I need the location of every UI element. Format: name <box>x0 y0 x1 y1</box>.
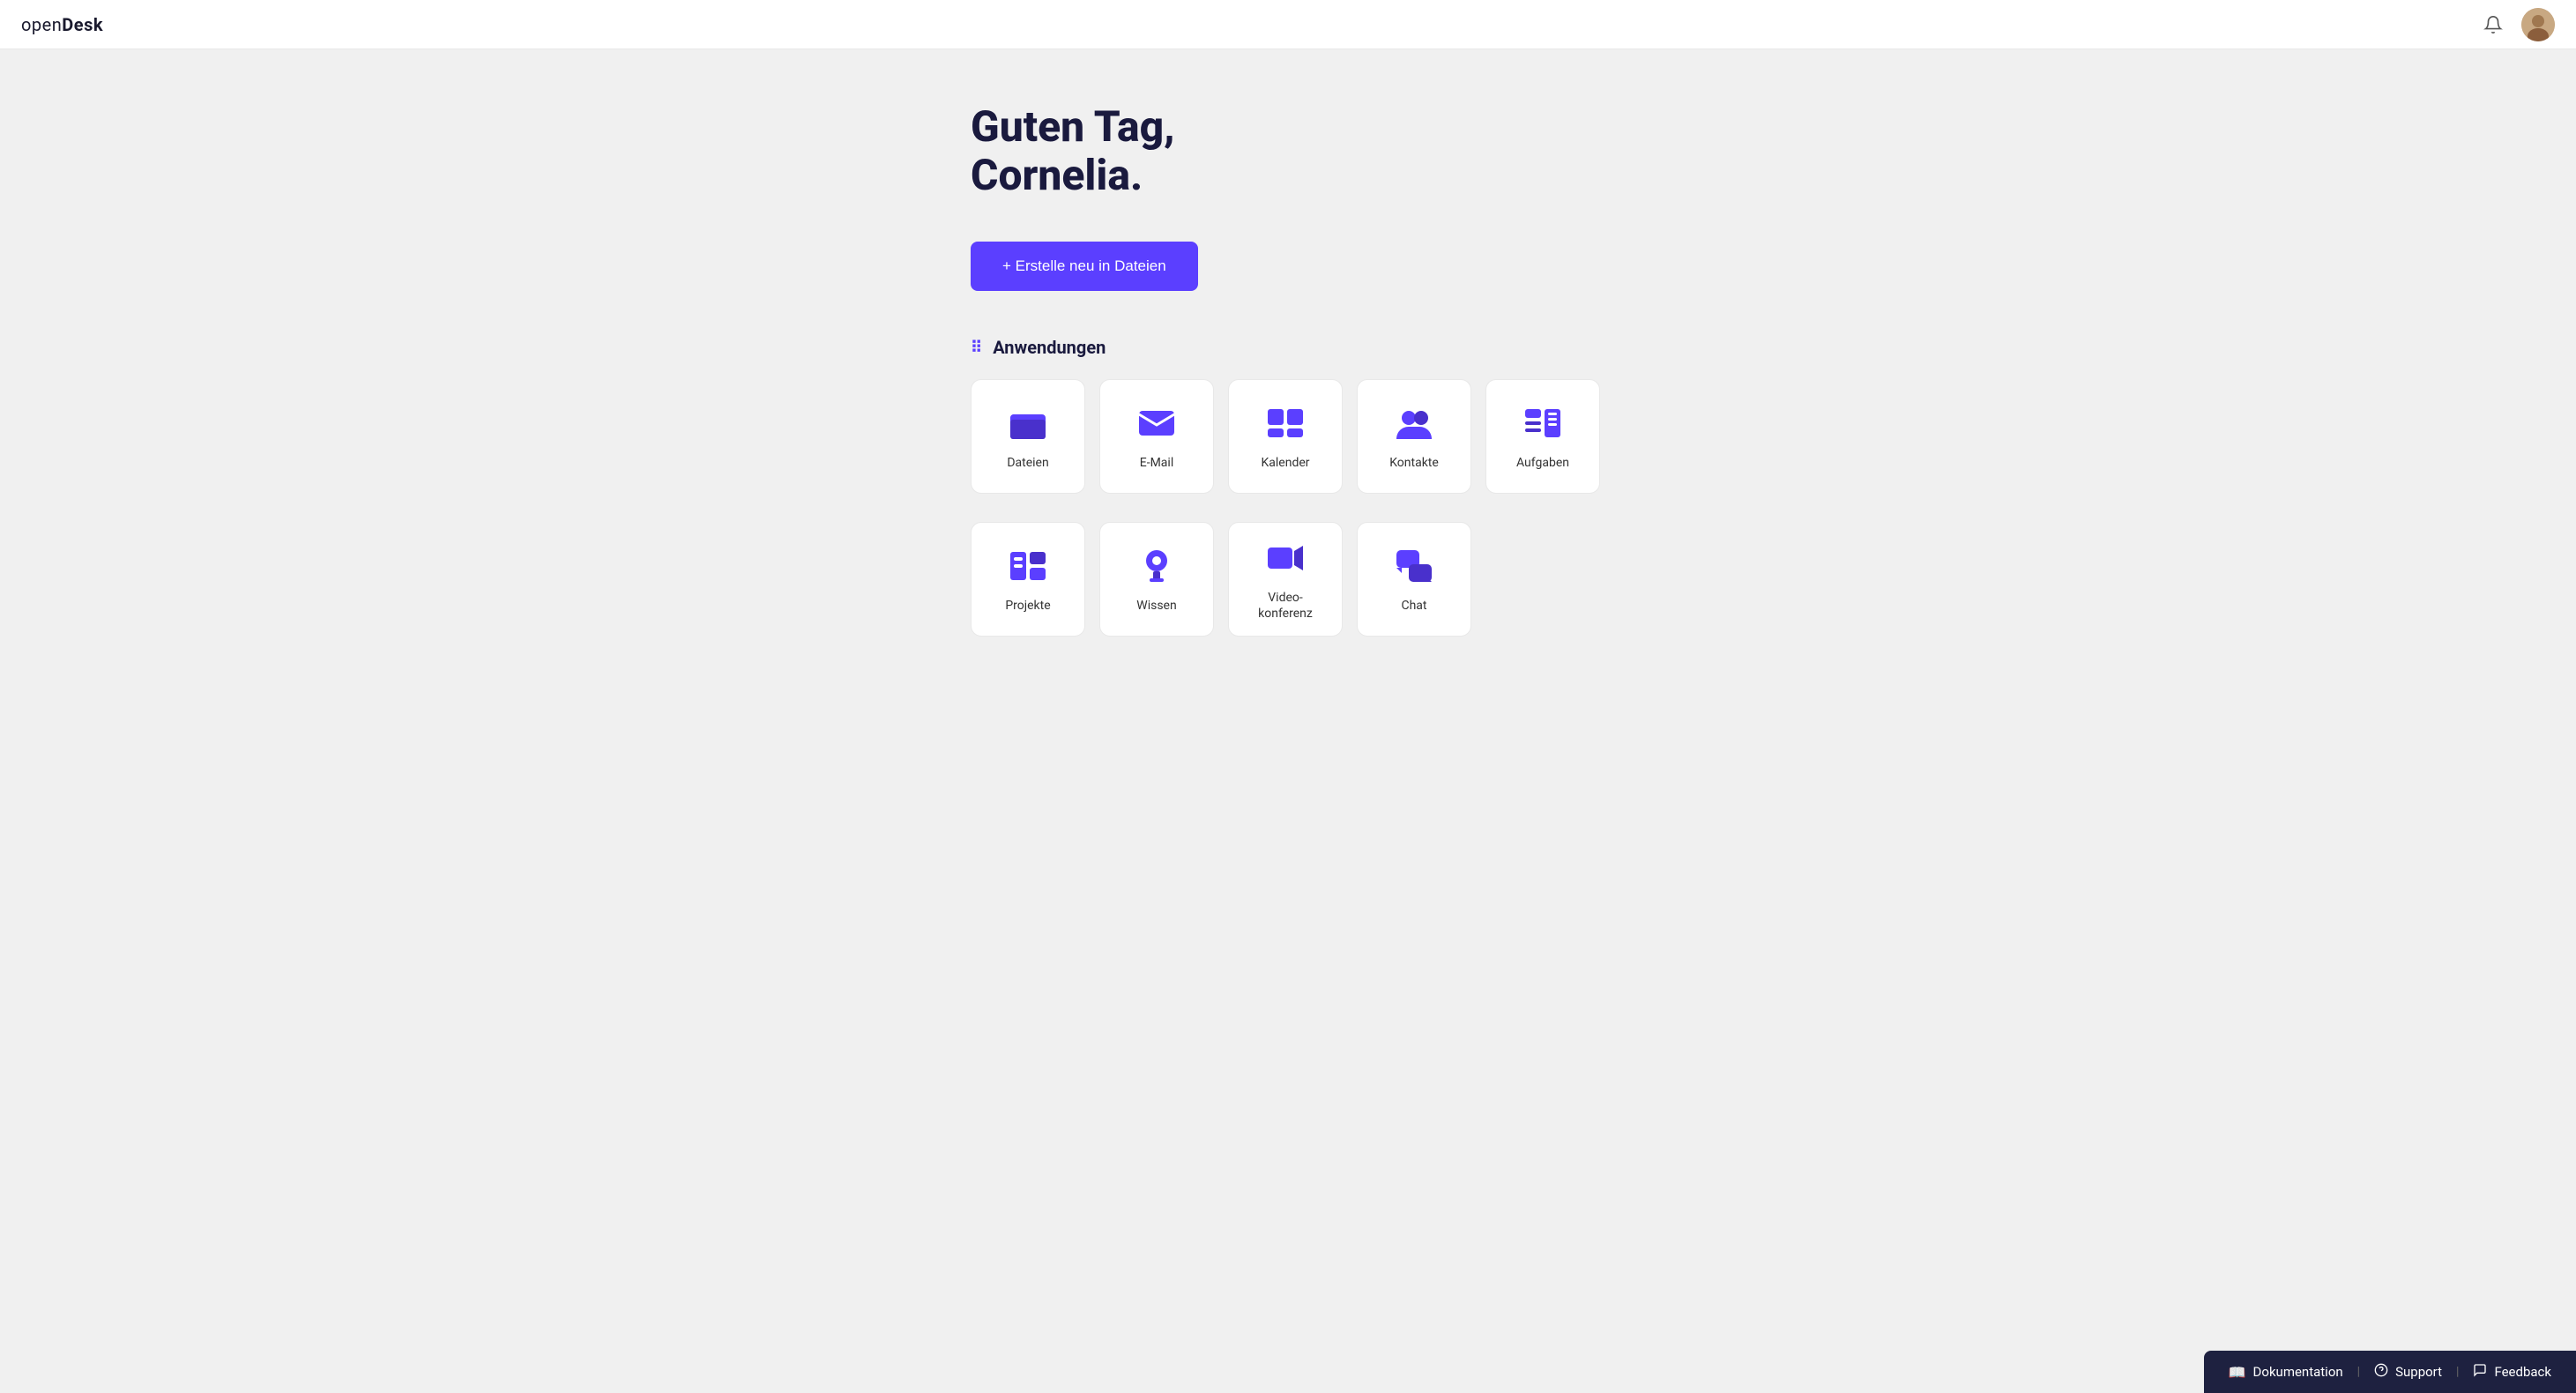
app-label-kalender: Kalender <box>1261 455 1309 471</box>
header-right <box>2479 8 2555 41</box>
footer-divider-2: | <box>2456 1365 2459 1379</box>
app-label-aufgaben: Aufgaben <box>1516 455 1569 471</box>
greeting-line2: Cornelia. <box>971 150 1143 200</box>
feedback-label: Feedback <box>2494 1364 2551 1380</box>
support-label: Support <box>2395 1364 2442 1380</box>
header: openDesk <box>0 0 2576 49</box>
app-grid-row1: Dateien E-Mail <box>971 379 1605 508</box>
app-card-kontakte[interactable]: Kontakte <box>1357 379 1471 494</box>
dokumentation-link[interactable]: 📖 Dokumentation <box>2229 1364 2343 1381</box>
feedback-icon <box>2473 1363 2487 1381</box>
footer-bar: 📖 Dokumentation | Support | Feedback <box>2204 1351 2576 1393</box>
video-icon <box>1264 537 1307 579</box>
app-card-chat[interactable]: Chat <box>1357 522 1471 637</box>
create-new-button[interactable]: + Erstelle neu in Dateien <box>971 242 1198 291</box>
app-label-wissen: Wissen <box>1136 598 1176 614</box>
app-label-chat: Chat <box>1401 598 1426 614</box>
content-area: Guten Tag, Cornelia. + Erstelle neu in D… <box>935 49 1641 725</box>
greeting-line1: Guten Tag, <box>971 101 1175 152</box>
knowledge-icon <box>1135 545 1178 587</box>
app-card-projekte[interactable]: Projekte <box>971 522 1085 637</box>
feedback-link[interactable]: Feedback <box>2473 1363 2551 1381</box>
notification-icon[interactable] <box>2479 11 2507 39</box>
app-grid-row2: Projekte Wissen <box>971 522 1605 637</box>
logo-desk: Desk <box>62 14 103 35</box>
app-label-kontakte: Kontakte <box>1389 455 1439 471</box>
chat-icon <box>1393 545 1435 587</box>
main-content: Guten Tag, Cornelia. + Erstelle neu in D… <box>0 0 2576 1393</box>
avatar[interactable] <box>2521 8 2555 41</box>
app-label-videokonferenz: Video- konferenz <box>1258 590 1313 622</box>
greeting-heading: Guten Tag, Cornelia. <box>971 102 1605 199</box>
section-label: Anwendungen <box>993 337 1106 358</box>
app-label-email: E-Mail <box>1140 455 1173 471</box>
app-card-aufgaben[interactable]: Aufgaben <box>1485 379 1600 494</box>
projects-icon <box>1007 545 1049 587</box>
book-icon: 📖 <box>2229 1364 2246 1381</box>
grid-dots-icon: ⠿ <box>971 339 984 357</box>
email-icon <box>1135 402 1178 444</box>
app-card-wissen[interactable]: Wissen <box>1099 522 1214 637</box>
app-label-projekte: Projekte <box>1005 598 1050 614</box>
calendar-icon <box>1264 402 1307 444</box>
app-card-kalender[interactable]: Kalender <box>1228 379 1343 494</box>
tasks-icon <box>1522 402 1564 444</box>
support-link[interactable]: Support <box>2374 1363 2442 1381</box>
footer-divider-1: | <box>2357 1365 2360 1379</box>
dokumentation-label: Dokumentation <box>2253 1364 2343 1380</box>
app-card-email[interactable]: E-Mail <box>1099 379 1214 494</box>
app-label-dateien: Dateien <box>1007 455 1048 471</box>
logo[interactable]: openDesk <box>21 14 103 35</box>
support-icon <box>2374 1363 2388 1381</box>
folder-icon <box>1007 402 1049 444</box>
app-card-videokonferenz[interactable]: Video- konferenz <box>1228 522 1343 637</box>
app-card-dateien[interactable]: Dateien <box>971 379 1085 494</box>
contacts-icon <box>1393 402 1435 444</box>
applications-section-title: ⠿ Anwendungen <box>971 337 1605 358</box>
